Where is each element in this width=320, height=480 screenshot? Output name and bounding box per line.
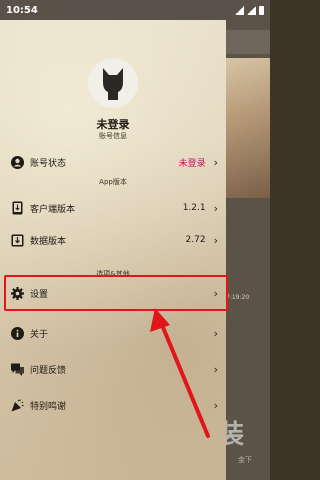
client-version-label: 客户端版本 [30, 204, 76, 215]
section-app-version: App版本 [0, 177, 226, 187]
menu-item-feedback[interactable]: 问题反馈 › [0, 353, 226, 385]
chevron-right-icon: › [213, 362, 218, 376]
chevron-right-icon: › [213, 201, 218, 215]
section-account-label: 账号信息 [99, 132, 127, 140]
status-icons [235, 5, 264, 15]
data-version-value: 2.72 [185, 235, 206, 245]
menu-item-about[interactable]: 关于 › [0, 317, 226, 349]
cat-avatar-icon [103, 68, 123, 100]
navigation-drawer: 未登录 账号信息 账号状态 未登录 › App版本 客户端版本 1.2.1 › … [0, 20, 226, 480]
watermark-subtext: 金下 [238, 456, 252, 464]
chevron-right-icon: › [213, 326, 218, 340]
feedback-label: 问题反馈 [30, 365, 67, 376]
account-status-value: 未登录 [178, 158, 206, 169]
section-account: 账号信息 [0, 131, 226, 141]
username: 未登录 [96, 118, 130, 131]
about-label: 关于 [30, 329, 49, 340]
signal-icon [247, 5, 256, 15]
menu-item-data-version[interactable]: 数据版本 2.72 › [0, 224, 226, 256]
background-time: 7:19:20 [226, 294, 250, 301]
chat-icon [10, 362, 24, 376]
client-version-value: 1.2.1 [182, 203, 206, 213]
data-version-label: 数据版本 [30, 236, 67, 247]
wifi-icon [235, 5, 244, 15]
settings-highlight-box [4, 275, 228, 311]
section-app-version-label: App版本 [99, 178, 127, 186]
person-icon [10, 155, 24, 169]
phone-icon [10, 201, 24, 215]
chevron-right-icon: › [213, 155, 218, 169]
thanks-label: 特别鸣谢 [30, 401, 67, 412]
download-icon [10, 233, 24, 247]
account-status-label: 账号状态 [30, 158, 67, 169]
menu-item-thanks[interactable]: 特别鸣谢 › [0, 389, 226, 421]
confetti-icon [10, 398, 24, 412]
battery-icon [259, 5, 264, 15]
menu-item-client-version[interactable]: 客户端版本 1.2.1 › [0, 192, 226, 224]
chevron-right-icon: › [213, 398, 218, 412]
menu-item-account-status[interactable]: 账号状态 未登录 › [0, 146, 226, 178]
info-icon [10, 326, 24, 340]
status-bar: 10:54 [0, 0, 270, 20]
status-time: 10:54 [6, 4, 38, 16]
avatar[interactable] [88, 58, 138, 108]
chevron-right-icon: › [213, 233, 218, 247]
